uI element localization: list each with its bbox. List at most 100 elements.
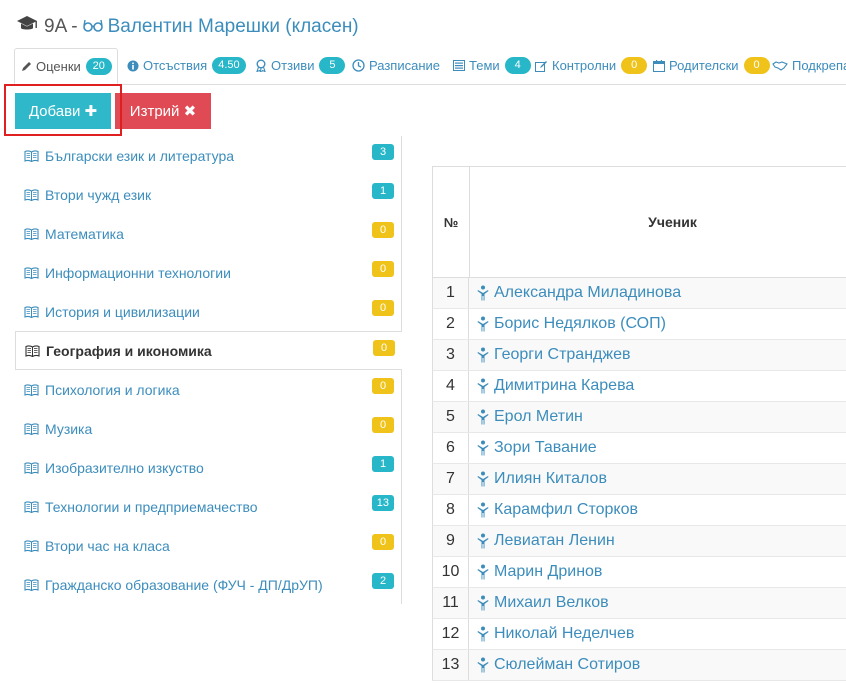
table-row: 13 Сюлейман Сотиров (432, 650, 846, 681)
row-number: 13 (433, 650, 469, 680)
subject-item[interactable]: Технологии и предприемачество 13 (15, 487, 402, 526)
subject-item[interactable]: Изобразително изкуство 1 (15, 448, 402, 487)
count-badge: 3 (372, 144, 394, 160)
subject-name: Технологии и предприемачество (45, 498, 258, 515)
student-name: Левиатан Ленин (494, 532, 615, 549)
tab-tests[interactable]: Контролни 0 (535, 48, 648, 83)
count-badge: 13 (371, 495, 394, 511)
student-link[interactable]: Карамфил Сторков (469, 501, 638, 519)
subject-item[interactable]: Математика 0 (15, 214, 402, 253)
row-number: 1 (433, 278, 469, 308)
list-icon (453, 60, 465, 71)
delete-button[interactable]: Изтрий ✖ (115, 93, 211, 129)
count-badge: 0 (743, 57, 770, 74)
person-icon (477, 347, 489, 363)
student-name: Марин Дринов (494, 563, 603, 580)
student-link[interactable]: Ерол Метин (469, 408, 583, 426)
subject-item[interactable]: История и цивилизации 0 (15, 292, 402, 331)
subject-item[interactable]: Психология и логика 0 (15, 370, 402, 409)
row-number: 9 (433, 526, 469, 556)
row-number: 3 (433, 340, 469, 370)
person-icon (477, 471, 489, 487)
count-badge: 2 (372, 573, 394, 589)
student-link[interactable]: Михаил Велков (469, 594, 609, 612)
tab-label: Отсъствия (143, 58, 208, 73)
student-link[interactable]: Борис Недялков (СОП) (469, 315, 666, 333)
student-link[interactable]: Зори Тавание (469, 439, 597, 457)
book-icon (24, 500, 39, 513)
count-badge: 0 (372, 534, 394, 550)
table-row: 11 Михаил Велков (432, 588, 846, 619)
student-name: Александра Миладинова (494, 284, 682, 301)
book-icon (24, 188, 39, 201)
subject-name: Математика (45, 225, 124, 242)
table-row: 3 Георги Странджев (432, 340, 846, 371)
subject-item[interactable]: Втори час на класа 0 (15, 526, 402, 565)
count-badge: 1 (372, 183, 394, 199)
row-number: 6 (433, 433, 469, 463)
student-name: Михаил Велков (494, 594, 609, 611)
tab-support[interactable]: Подкрепа (772, 48, 846, 83)
students-table-header: № Ученик (432, 166, 846, 278)
student-link[interactable]: Александра Миладинова (469, 284, 681, 302)
tab-topics[interactable]: Теми 4 (453, 48, 531, 83)
student-name: Николай Неделчев (494, 625, 635, 642)
person-icon (477, 564, 489, 580)
subject-item[interactable]: Български език и литература 3 (15, 136, 402, 175)
person-icon (477, 657, 489, 673)
book-icon (24, 578, 39, 591)
subject-item[interactable]: Информационни технологии 0 (15, 253, 402, 292)
student-link[interactable]: Сюлейман Сотиров (469, 656, 640, 674)
row-number: 4 (433, 371, 469, 401)
book-icon (24, 227, 39, 240)
column-header-student: Ученик (648, 214, 697, 230)
subject-item[interactable]: География и икономика 0 (15, 331, 402, 370)
count-badge: 0 (372, 222, 394, 238)
student-link[interactable]: Илиян Киталов (469, 470, 607, 488)
student-name: Ерол Метин (494, 408, 583, 425)
person-icon (477, 409, 489, 425)
person-icon (477, 595, 489, 611)
tab-label: Контролни (552, 58, 617, 73)
student-name: Димитрина Карева (494, 377, 635, 394)
tab-grades[interactable]: Оценки 20 (14, 48, 118, 84)
subject-item[interactable]: Втори чужд език 1 (15, 175, 402, 214)
subject-item[interactable]: Гражданско образование (ФУЧ - ДП/ДрУП) 2 (15, 565, 402, 604)
graduation-cap-icon (16, 15, 38, 39)
student-name: Зори Тавание (494, 439, 597, 456)
page-header: 9А - Валентин Марешки (класен) (16, 12, 359, 42)
table-row: 10 Марин Дринов (432, 557, 846, 588)
person-icon (477, 285, 489, 301)
student-link[interactable]: Марин Дринов (469, 563, 602, 581)
subject-name: Музика (45, 420, 93, 437)
person-icon (477, 316, 489, 332)
subject-name: Информационни технологии (45, 264, 231, 281)
tab-schedule[interactable]: Разписание (352, 48, 440, 83)
subject-name: Психология и логика (45, 381, 180, 398)
tab-label: Разписание (369, 58, 440, 73)
book-icon (24, 266, 39, 279)
count-badge: 0 (372, 300, 394, 316)
tab-reviews[interactable]: Отзиви 5 (255, 48, 346, 83)
student-name: Карамфил Сторков (494, 501, 638, 518)
row-number: 2 (433, 309, 469, 339)
subject-item[interactable]: Музика 0 (15, 409, 402, 448)
table-row: 9 Левиатан Ленин (432, 526, 846, 557)
calendar-icon (653, 59, 665, 72)
student-link[interactable]: Николай Неделчев (469, 625, 634, 643)
count-badge: 0 (372, 417, 394, 433)
table-row: 7 Илиян Киталов (432, 464, 846, 495)
tab-parents[interactable]: Родителски 0 (653, 48, 770, 83)
subject-name: Български език и литература (45, 147, 235, 164)
header-separator: - (71, 16, 78, 37)
subject-name: Втори чужд език (45, 186, 152, 203)
info-icon (127, 60, 139, 72)
count-badge: 5 (319, 57, 346, 74)
table-row: 8 Карамфил Сторков (432, 495, 846, 526)
student-link[interactable]: Георги Странджев (469, 346, 630, 364)
student-link[interactable]: Димитрина Карева (469, 377, 634, 395)
teacher-link[interactable]: Валентин Марешки (класен) (108, 16, 359, 38)
student-link[interactable]: Левиатан Ленин (469, 532, 615, 550)
tab-absences[interactable]: Отсъствия 4.50 (127, 48, 246, 83)
clock-icon (352, 59, 365, 72)
